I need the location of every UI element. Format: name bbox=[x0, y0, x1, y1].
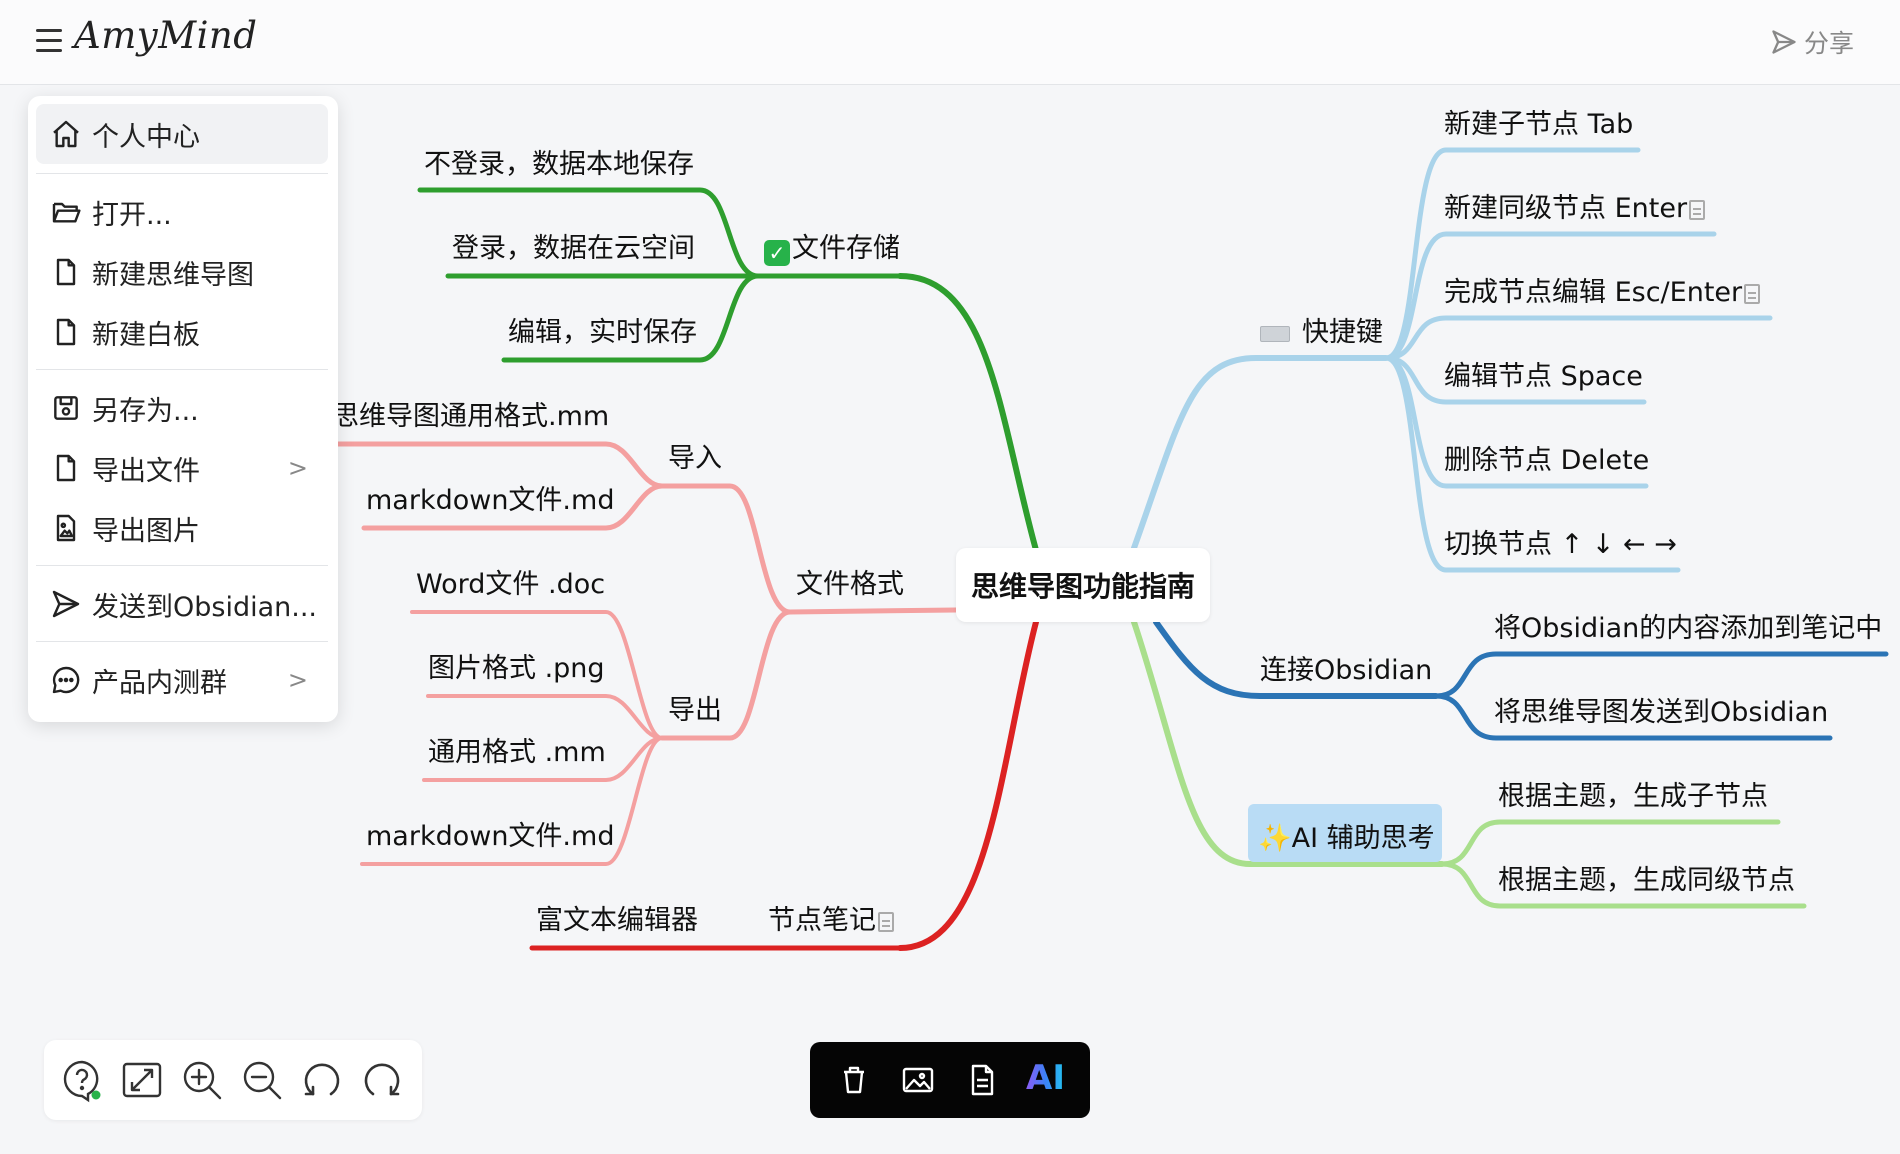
node-import-child[interactable]: markdown文件.md bbox=[366, 484, 614, 518]
menu-item-export-image[interactable]: 导出图片 bbox=[36, 498, 328, 558]
help-icon bbox=[63, 1060, 101, 1103]
node-storage[interactable]: ✓ 文件存储 bbox=[764, 232, 900, 266]
node-export-child[interactable]: 图片格式 .png bbox=[428, 652, 605, 686]
fullscreen-icon bbox=[122, 1062, 162, 1098]
send-icon bbox=[1772, 30, 1796, 54]
image-file-icon bbox=[56, 514, 76, 542]
undo-button[interactable] bbox=[298, 1056, 346, 1104]
document-icon bbox=[56, 454, 76, 482]
node-ai-child[interactable]: 根据主题，生成子节点 bbox=[1498, 780, 1768, 814]
delete-button[interactable] bbox=[834, 1060, 874, 1100]
node-ai-child[interactable]: 根据主题，生成同级节点 bbox=[1498, 864, 1795, 898]
node-export-child[interactable]: markdown文件.md bbox=[366, 820, 614, 854]
notes-branch-lines bbox=[529, 619, 1039, 951]
trash-icon bbox=[844, 1066, 864, 1094]
send-icon bbox=[52, 590, 80, 618]
node-notes[interactable]: 节点笔记 bbox=[768, 904, 894, 938]
zoom-out-button[interactable] bbox=[238, 1056, 286, 1104]
node-shortcuts[interactable]: 快捷键 bbox=[1260, 316, 1383, 350]
note-icon bbox=[878, 911, 894, 932]
zoom-in-button[interactable] bbox=[178, 1056, 226, 1104]
zoom-in-icon bbox=[183, 1061, 222, 1100]
chevron-right-icon: > bbox=[287, 454, 308, 482]
node-obsidian[interactable]: 连接Obsidian bbox=[1260, 654, 1432, 688]
menu-divider bbox=[36, 173, 328, 174]
note-icon bbox=[971, 1064, 994, 1096]
share-label: 分享 bbox=[1803, 29, 1854, 58]
home-icon bbox=[53, 120, 79, 148]
menu-item-new-mindmap[interactable]: 新建思维导图 bbox=[36, 242, 328, 302]
note-icon bbox=[1689, 199, 1706, 220]
node-shortcut-child[interactable]: 切换节点 ↑ ↓ ← → bbox=[1444, 528, 1677, 562]
share-button[interactable]: 分享 bbox=[1770, 24, 1854, 60]
node-shortcut-child[interactable]: 删除节点 Delete bbox=[1444, 444, 1649, 478]
folder-open-icon bbox=[52, 202, 81, 223]
node-ai[interactable]: ✨AI 辅助思考 bbox=[1258, 822, 1435, 856]
node-storage-child[interactable]: 不登录，数据本地保存 bbox=[424, 148, 694, 182]
menu-divider bbox=[36, 565, 328, 566]
node-notes-child[interactable]: 富文本编辑器 bbox=[536, 904, 698, 938]
undo-icon bbox=[304, 1063, 340, 1096]
node-shortcut-child[interactable]: 新建子节点 Tab bbox=[1444, 108, 1633, 142]
root-node[interactable]: 思维导图功能指南 bbox=[956, 548, 1210, 622]
node-shortcut-child[interactable]: 完成节点编辑 Esc/Enter bbox=[1444, 276, 1761, 310]
node-shortcut-child[interactable]: 编辑节点 Space bbox=[1444, 360, 1643, 394]
document-icon bbox=[56, 318, 76, 346]
top-bar: AmyMind 分享 bbox=[0, 0, 1900, 85]
node-import-child[interactable]: 思维导图通用格式.mm bbox=[332, 400, 609, 434]
chevron-right-icon: > bbox=[287, 666, 308, 694]
node-storage-child[interactable]: 登录，数据在云空间 bbox=[452, 232, 695, 266]
node-import[interactable]: 导入 bbox=[668, 442, 722, 476]
hamburger-menu-icon[interactable] bbox=[34, 26, 64, 56]
menu-item-beta-group[interactable]: 产品内测群 > bbox=[36, 650, 328, 710]
chat-bubble-icon bbox=[52, 666, 80, 694]
node-obsidian-child[interactable]: 将思维导图发送到Obsidian bbox=[1494, 696, 1828, 730]
app-logo: AmyMind bbox=[74, 14, 258, 57]
redo-button[interactable] bbox=[358, 1056, 406, 1104]
view-toolbar bbox=[44, 1040, 422, 1120]
node-export-child[interactable]: 通用格式 .mm bbox=[428, 736, 606, 770]
zoom-out-icon bbox=[243, 1061, 282, 1100]
node-obsidian-child[interactable]: 将Obsidian的内容添加到笔记中 bbox=[1494, 612, 1882, 646]
keyboard-icon bbox=[1260, 325, 1290, 342]
menu-item-profile[interactable]: 个人中心 bbox=[36, 104, 328, 164]
menu-divider bbox=[36, 641, 328, 642]
note-icon bbox=[1744, 283, 1761, 304]
menu-item-save-as[interactable]: 另存为... bbox=[36, 378, 328, 438]
node-storage-child[interactable]: 编辑，实时保存 bbox=[508, 316, 697, 350]
save-icon bbox=[54, 396, 78, 420]
menu-item-export-file[interactable]: 导出文件 > bbox=[36, 438, 328, 498]
menu-item-open[interactable]: 打开... bbox=[36, 182, 328, 242]
document-icon bbox=[56, 258, 76, 286]
ai-assist-button[interactable]: AI bbox=[1026, 1058, 1065, 1098]
menu-item-new-whiteboard[interactable]: 新建白板 bbox=[36, 302, 328, 362]
main-dropdown-menu: 个人中心 打开... 新建思维导图 新建白板 另存为... 导出文件 > 导出图… bbox=[28, 96, 338, 722]
fit-view-button[interactable] bbox=[118, 1056, 166, 1104]
check-icon: ✓ bbox=[764, 240, 790, 266]
sparkle-icon: ✨ bbox=[1258, 823, 1292, 854]
node-export-child[interactable]: Word文件 .doc bbox=[416, 568, 605, 602]
image-icon bbox=[902, 1067, 934, 1093]
help-button[interactable] bbox=[58, 1056, 106, 1104]
add-note-button[interactable] bbox=[962, 1060, 1002, 1100]
insert-image-button[interactable] bbox=[898, 1060, 938, 1100]
menu-item-send-obsidian[interactable]: 发送到Obsidian... bbox=[36, 574, 328, 634]
node-format[interactable]: 文件格式 bbox=[796, 568, 904, 602]
redo-icon bbox=[364, 1063, 400, 1096]
node-shortcut-child[interactable]: 新建同级节点 Enter bbox=[1444, 192, 1706, 226]
node-export[interactable]: 导出 bbox=[668, 694, 722, 728]
menu-divider bbox=[36, 369, 328, 370]
